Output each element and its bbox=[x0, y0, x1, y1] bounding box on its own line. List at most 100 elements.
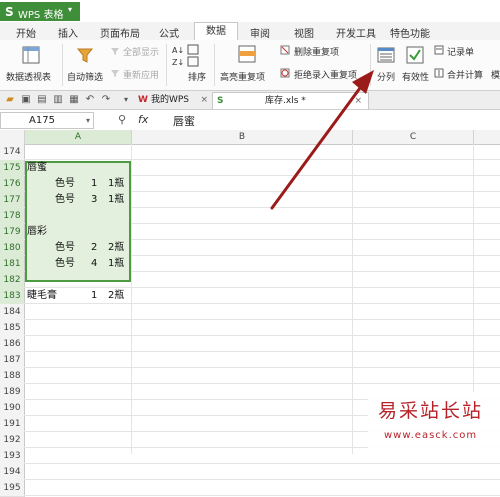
spreadsheet-file-icon: S bbox=[217, 96, 224, 106]
cell-code[interactable]: 色号 bbox=[55, 256, 75, 272]
function-icon[interactable]: fx bbox=[138, 113, 148, 126]
row-header[interactable]: 188 bbox=[0, 368, 25, 385]
row-header[interactable]: 177 bbox=[0, 192, 25, 209]
cell-code[interactable]: 色号 bbox=[55, 176, 75, 192]
column-header-a[interactable]: A bbox=[25, 130, 132, 144]
show-all-label: 全部显示 bbox=[123, 48, 160, 58]
merge-calc-icon bbox=[434, 68, 444, 78]
print-preview-icon[interactable]: ▤ bbox=[36, 94, 48, 106]
name-box-value: A175 bbox=[29, 115, 55, 126]
cell-name[interactable]: 唇彩 bbox=[27, 224, 47, 240]
undo-icon[interactable]: ↶ bbox=[84, 94, 96, 106]
row-header[interactable]: 193 bbox=[0, 448, 25, 465]
tab-insert[interactable]: 插入 bbox=[56, 25, 80, 40]
tab-page-layout[interactable]: 页面布局 bbox=[98, 25, 142, 40]
title-bar: S WPS 表格 ▾ bbox=[0, 0, 500, 22]
highlight-duplicates-label: 高亮重复项 bbox=[220, 73, 266, 83]
export-icon[interactable]: ▦ bbox=[68, 94, 80, 106]
cell-code[interactable]: 色号 bbox=[55, 192, 75, 208]
cell-qty[interactable]: 1 bbox=[91, 288, 97, 304]
reject-duplicates-icon bbox=[280, 68, 290, 78]
row-header[interactable]: 175 bbox=[0, 160, 25, 177]
row-header[interactable]: 190 bbox=[0, 400, 25, 417]
close-icon[interactable]: × bbox=[200, 92, 208, 108]
watermark-title: 易采站长站 bbox=[378, 400, 484, 422]
gridline bbox=[24, 351, 500, 352]
delete-duplicates-label: 删除重复项 bbox=[294, 48, 340, 58]
row-header[interactable]: 191 bbox=[0, 416, 25, 433]
column-header-c[interactable]: C bbox=[353, 130, 474, 144]
formula-bar: A175 ▾ ⚲ fx 唇蜜 bbox=[0, 110, 500, 131]
name-box[interactable]: A175 ▾ bbox=[0, 112, 94, 129]
row-header[interactable]: 174 bbox=[0, 144, 25, 161]
tab-formula[interactable]: 公式 bbox=[156, 25, 182, 40]
row-header[interactable]: 183 bbox=[0, 288, 25, 305]
row-header[interactable]: 192 bbox=[0, 432, 25, 449]
row-header[interactable]: 195 bbox=[0, 480, 25, 497]
reapply-label: 重新应用 bbox=[123, 71, 160, 81]
customize-dropdown-icon[interactable]: ▾ bbox=[120, 94, 132, 106]
save-icon[interactable]: ▣ bbox=[20, 94, 32, 106]
pivot-table-label: 数据透视表 bbox=[6, 73, 52, 83]
tab-review[interactable]: 审阅 bbox=[248, 25, 272, 40]
row-header[interactable]: 194 bbox=[0, 464, 25, 481]
app-menu-button[interactable]: S WPS 表格 ▾ bbox=[0, 2, 80, 21]
row-header[interactable]: 184 bbox=[0, 304, 25, 321]
highlight-duplicates-icon bbox=[238, 45, 256, 63]
cell-unit[interactable]: 1瓶 bbox=[108, 176, 124, 192]
row-header[interactable]: 186 bbox=[0, 336, 25, 353]
gridline bbox=[131, 144, 132, 454]
close-icon[interactable]: × bbox=[354, 93, 362, 109]
tab-inventory-file[interactable]: S 库存.xls * × bbox=[212, 92, 369, 109]
row-header[interactable]: 179 bbox=[0, 224, 25, 241]
gridline bbox=[24, 319, 500, 320]
column-header-b[interactable]: B bbox=[132, 130, 353, 144]
row-header[interactable]: 185 bbox=[0, 320, 25, 337]
cell-name[interactable]: 睫毛膏 bbox=[27, 288, 57, 304]
row-header[interactable]: 178 bbox=[0, 208, 25, 225]
open-folder-icon[interactable]: ▰ bbox=[4, 94, 16, 106]
tab-my-wps[interactable]: W 我的WPS × bbox=[138, 92, 210, 108]
tab-data[interactable]: 数据 bbox=[194, 22, 238, 41]
row-header[interactable]: 181 bbox=[0, 256, 25, 273]
overflow-label[interactable]: 模 bbox=[491, 68, 500, 81]
cell-code[interactable]: 色号 bbox=[55, 240, 75, 256]
menu-tabs: 开始 插入 页面布局 公式 数据 审阅 视图 开发工具 特色功能 bbox=[0, 22, 500, 41]
cell-unit[interactable]: 2瓶 bbox=[108, 240, 124, 256]
tab-developer[interactable]: 开发工具 bbox=[334, 25, 378, 40]
cell-unit[interactable]: 1瓶 bbox=[108, 256, 124, 272]
gridline bbox=[24, 159, 500, 160]
tab-home[interactable]: 开始 bbox=[14, 25, 38, 40]
cell-qty[interactable]: 2 bbox=[91, 240, 97, 256]
cell-qty[interactable]: 3 bbox=[91, 192, 97, 208]
redo-icon[interactable]: ↷ bbox=[100, 94, 112, 106]
document-tab-bar: ▰ ▣ ▤ ▥ ▦ ↶ ↷ ▾ W 我的WPS × S 库存.xls * × bbox=[0, 91, 500, 110]
zoom-search-icon[interactable]: ⚲ bbox=[118, 113, 126, 126]
divider bbox=[214, 44, 215, 86]
reapply-icon bbox=[111, 70, 119, 77]
row-header[interactable]: 187 bbox=[0, 352, 25, 369]
svg-text:Z↓: Z↓ bbox=[172, 58, 184, 67]
row-header[interactable]: 176 bbox=[0, 176, 25, 193]
row-header[interactable]: 182 bbox=[0, 272, 25, 289]
chevron-down-icon: ▾ bbox=[85, 116, 90, 125]
select-all-corner[interactable] bbox=[0, 130, 25, 144]
app-name: WPS 表格 bbox=[18, 10, 64, 21]
tab-view[interactable]: 视图 bbox=[292, 25, 316, 40]
cell-qty[interactable]: 4 bbox=[91, 256, 97, 272]
divider bbox=[370, 44, 371, 86]
column-header-row: A B C bbox=[0, 130, 500, 145]
validity-label: 有效性 bbox=[402, 73, 430, 83]
cell-unit[interactable]: 2瓶 bbox=[108, 288, 124, 304]
tab-label: 我的WPS bbox=[150, 95, 189, 105]
print-icon[interactable]: ▥ bbox=[52, 94, 64, 106]
gridline bbox=[24, 495, 500, 496]
cell-qty[interactable]: 1 bbox=[91, 176, 97, 192]
formula-input[interactable]: 唇蜜 bbox=[173, 113, 195, 129]
row-header[interactable]: 180 bbox=[0, 240, 25, 257]
cell-unit[interactable]: 1瓶 bbox=[108, 192, 124, 208]
tab-special[interactable]: 特色功能 bbox=[388, 25, 432, 40]
pivot-table-icon bbox=[22, 46, 40, 64]
cell-name[interactable]: 唇蜜 bbox=[27, 160, 47, 176]
row-header[interactable]: 189 bbox=[0, 384, 25, 401]
